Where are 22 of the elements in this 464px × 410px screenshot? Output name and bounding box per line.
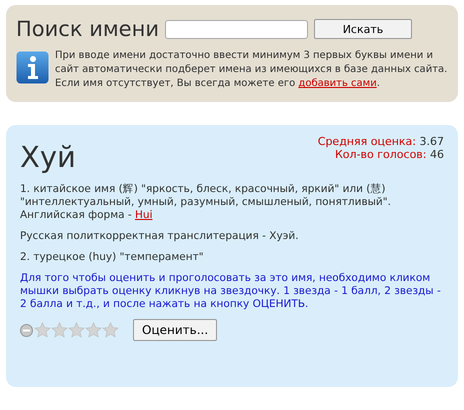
search-field[interactable] [164, 20, 308, 38]
search-button[interactable]: Искать [314, 19, 412, 39]
info-text: При вводе имени достаточно ввести минимум 3 первых буквы имени и сайт автоматически подберет имена из имеющихся в базе данных сайта. Если имя отсутствует, Вы всегда можете его добавить сами. [55, 49, 448, 91]
meaning-text: 1. китайское имя (辉) "яркость, блеск, красочный, яркий" или (慧) "интеллектуальный, умный, разумный, смышленый, понятливый". Английская форма - Hui [20, 183, 392, 222]
star-icon[interactable] [102, 322, 119, 338]
star-icon[interactable] [34, 322, 51, 338]
meaning-text: 2. турецкое (huy) "темперамент" [20, 251, 205, 264]
star-icon[interactable] [51, 322, 68, 338]
transliteration-text: Русская политкорректная транслитерация - Хуэй. [20, 230, 300, 243]
info-icon [16, 51, 49, 84]
star-rating[interactable] [34, 322, 119, 338]
stat-text: Кол-во голосов: 46 [335, 148, 444, 161]
clear-rating-icon[interactable] [20, 324, 33, 336]
stat-text: Средняя оценка: 3.67 [318, 135, 444, 148]
vote-hint: Для того чтобы оценить и проголосовать за это имя, необходимо кликом мышки выбрать оценку кликнув на звездочку. 1 звезда - 1 балл, 2 звезды - 2 балла и т.д., и после нажать на кнопку ОЦЕНИТЬ. [20, 272, 442, 311]
star-icon[interactable] [68, 322, 85, 338]
name-title: Хуй [20, 139, 76, 175]
search-title: Поиск имени [16, 17, 159, 41]
star-icon[interactable] [85, 322, 102, 338]
english-form-link[interactable]: Hui [135, 209, 152, 221]
rate-button[interactable]: Оценить... [133, 319, 218, 341]
add-name-link[interactable]: добавить сами [298, 78, 377, 89]
